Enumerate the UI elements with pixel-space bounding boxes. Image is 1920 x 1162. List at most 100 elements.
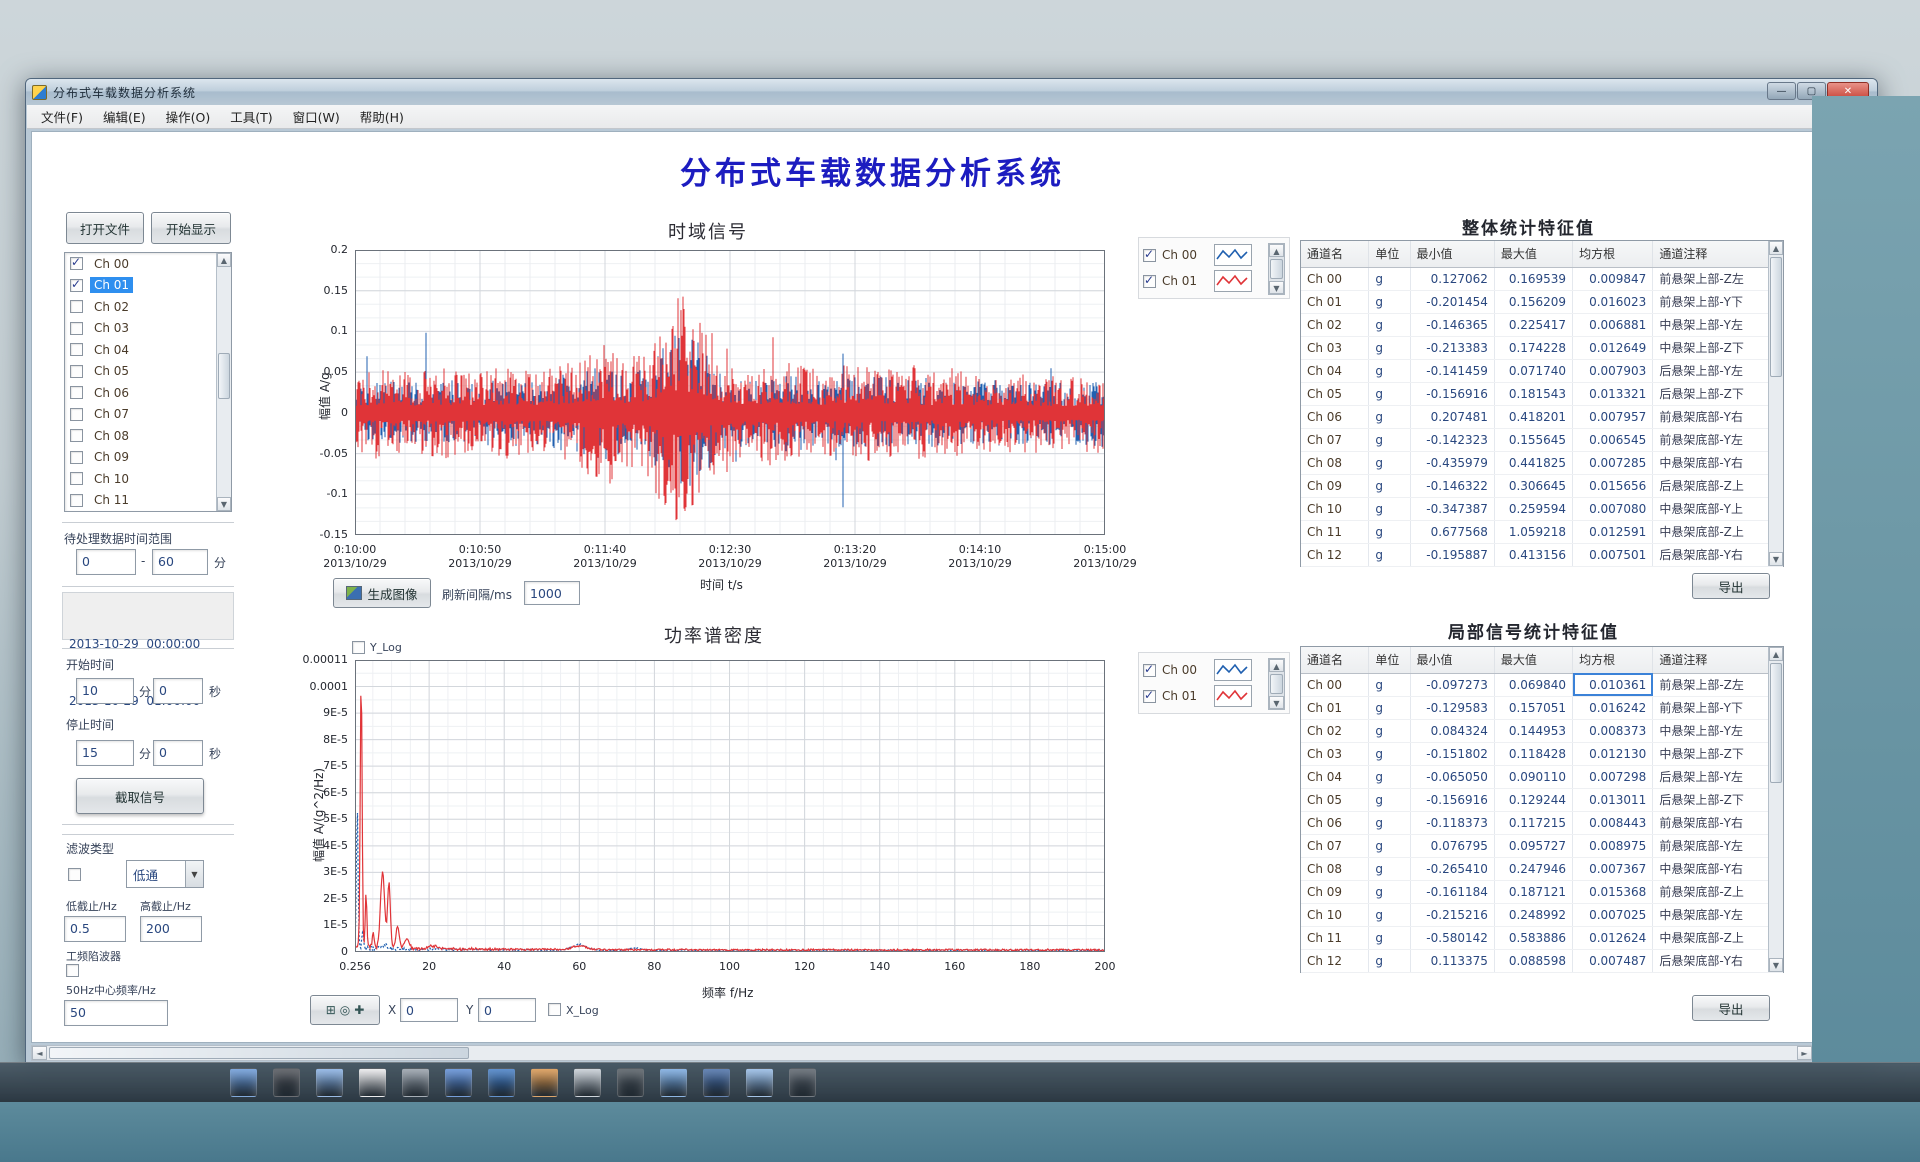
table-cell[interactable]: Ch 05 bbox=[1301, 382, 1369, 405]
table-cell[interactable]: g bbox=[1369, 336, 1410, 359]
table-cell[interactable]: 0.012591 bbox=[1573, 520, 1653, 543]
table-cell[interactable]: 0.441825 bbox=[1494, 451, 1572, 474]
table-cell[interactable]: g bbox=[1369, 474, 1410, 497]
table-cell[interactable]: Ch 03 bbox=[1301, 742, 1369, 765]
channel-list-item[interactable]: Ch 04 bbox=[65, 339, 231, 361]
table-cell[interactable]: 0.095727 bbox=[1494, 834, 1572, 857]
table-cell[interactable]: 前悬架上部-Z左 bbox=[1653, 267, 1783, 290]
table-cell[interactable]: Ch 01 bbox=[1301, 290, 1369, 313]
menu-item[interactable]: 帮助(H) bbox=[350, 104, 414, 129]
table-cell[interactable]: 0.007957 bbox=[1573, 405, 1653, 428]
table-cell[interactable]: 中悬架底部-Z上 bbox=[1653, 926, 1783, 949]
table-cell[interactable]: Ch 02 bbox=[1301, 313, 1369, 336]
table-cell[interactable]: Ch 11 bbox=[1301, 520, 1369, 543]
channel-checkbox[interactable] bbox=[70, 365, 83, 378]
channel-list-item[interactable]: Ch 03 bbox=[65, 318, 231, 340]
table-cell[interactable]: 前悬架底部-Y左 bbox=[1653, 428, 1783, 451]
graph-tool-icon[interactable]: ✚ bbox=[354, 1004, 364, 1016]
table-cell[interactable]: Ch 00 bbox=[1301, 267, 1369, 290]
table-cell[interactable]: g bbox=[1369, 359, 1410, 382]
notch-checkbox[interactable] bbox=[66, 964, 79, 977]
export-local-button[interactable]: 导出 bbox=[1692, 995, 1770, 1021]
range-end-input[interactable]: 60 bbox=[152, 549, 208, 575]
table-cell[interactable]: g bbox=[1369, 428, 1410, 451]
table-cell[interactable]: 后悬架上部-Z下 bbox=[1653, 382, 1783, 405]
filter-enable-checkbox[interactable] bbox=[68, 868, 81, 881]
table-cell[interactable]: 0.306645 bbox=[1494, 474, 1572, 497]
menu-item[interactable]: 文件(F) bbox=[31, 104, 93, 129]
table-cell[interactable]: 0.155645 bbox=[1494, 428, 1572, 451]
table-cell[interactable]: -0.151802 bbox=[1410, 742, 1494, 765]
table-cell[interactable]: 0.008443 bbox=[1573, 811, 1653, 834]
scroll-up-icon[interactable]: ▲ bbox=[1769, 241, 1783, 255]
channel-list-item[interactable]: Ch 09 bbox=[65, 447, 231, 469]
table-cell[interactable]: -0.142323 bbox=[1410, 428, 1494, 451]
table-cell[interactable]: 0.157051 bbox=[1494, 696, 1572, 719]
table-cell[interactable]: g bbox=[1369, 696, 1410, 719]
scroll-up-icon[interactable]: ▲ bbox=[1269, 659, 1284, 672]
table-cell[interactable]: 0.071740 bbox=[1494, 359, 1572, 382]
table-cell[interactable]: 0.129244 bbox=[1494, 788, 1572, 811]
channel-list-scrollbar[interactable]: ▲ ▼ bbox=[216, 253, 231, 511]
table-cell[interactable]: 0.187121 bbox=[1494, 880, 1572, 903]
table-cell[interactable]: 中悬架上部-Z下 bbox=[1653, 742, 1783, 765]
table-cell[interactable]: 1.059218 bbox=[1494, 520, 1572, 543]
table-cell[interactable]: g bbox=[1369, 313, 1410, 336]
scroll-up-icon[interactable]: ▲ bbox=[217, 253, 231, 267]
table-scrollbar[interactable]: ▲▼ bbox=[1768, 241, 1783, 566]
table-cell[interactable]: 0.008373 bbox=[1573, 719, 1653, 742]
taskbar-app-icon[interactable] bbox=[703, 1068, 730, 1097]
table-cell[interactable]: 前悬架底部-Y右 bbox=[1653, 811, 1783, 834]
channel-checkbox[interactable]: ✓ bbox=[70, 279, 83, 292]
channel-checkbox[interactable] bbox=[70, 408, 83, 421]
export-overall-button[interactable]: 导出 bbox=[1692, 573, 1770, 599]
table-cell[interactable]: 后悬架上部-Y左 bbox=[1653, 359, 1783, 382]
table-cell[interactable]: Ch 11 bbox=[1301, 926, 1369, 949]
channel-checkbox[interactable] bbox=[70, 322, 83, 335]
table-cell[interactable]: 0.009847 bbox=[1573, 267, 1653, 290]
table-cell[interactable]: 0.156209 bbox=[1494, 290, 1572, 313]
table-cell[interactable]: -0.156916 bbox=[1410, 788, 1494, 811]
scrollbar-thumb[interactable] bbox=[218, 353, 230, 399]
table-cell[interactable]: Ch 10 bbox=[1301, 903, 1369, 926]
channel-checkbox[interactable]: ✓ bbox=[70, 257, 83, 270]
table-cell[interactable]: 0.088598 bbox=[1494, 949, 1572, 972]
table-cell[interactable]: 0.583886 bbox=[1494, 926, 1572, 949]
table-cell[interactable]: 0.225417 bbox=[1494, 313, 1572, 336]
table-cell[interactable]: g bbox=[1369, 290, 1410, 313]
legend-item[interactable]: ✓Ch 00 bbox=[1143, 657, 1285, 683]
table-cell[interactable]: 0.207481 bbox=[1410, 405, 1494, 428]
table-cell[interactable]: 后悬架底部-Z上 bbox=[1653, 474, 1783, 497]
filter-type-select[interactable]: 低通 ▼ bbox=[126, 860, 204, 888]
table-cell[interactable]: Ch 00 bbox=[1301, 673, 1369, 696]
scroll-down-icon[interactable]: ▼ bbox=[217, 497, 231, 511]
channel-list-item[interactable]: Ch 07 bbox=[65, 404, 231, 426]
table-cell[interactable]: Ch 08 bbox=[1301, 451, 1369, 474]
table-cell[interactable]: Ch 01 bbox=[1301, 696, 1369, 719]
table-cell[interactable]: 0.007080 bbox=[1573, 497, 1653, 520]
legend-scrollbar[interactable]: ▲▼ bbox=[1268, 243, 1285, 295]
taskbar-app-icon[interactable] bbox=[230, 1068, 257, 1097]
table-cell[interactable]: Ch 04 bbox=[1301, 359, 1369, 382]
scroll-down-icon[interactable]: ▼ bbox=[1269, 696, 1284, 709]
open-file-button[interactable]: 打开文件 bbox=[66, 212, 144, 244]
extract-signal-button[interactable]: 截取信号 bbox=[76, 778, 204, 814]
table-cell[interactable]: 0.007285 bbox=[1573, 451, 1653, 474]
table-cell[interactable]: 0.118428 bbox=[1494, 742, 1572, 765]
taskbar-app-icon[interactable] bbox=[789, 1068, 816, 1097]
channel-list-item[interactable]: Ch 11 bbox=[65, 490, 231, 512]
table-cell[interactable]: -0.213383 bbox=[1410, 336, 1494, 359]
table-cell[interactable]: 0.144953 bbox=[1494, 719, 1572, 742]
table-cell[interactable]: g bbox=[1369, 673, 1410, 696]
legend-item[interactable]: ✓Ch 01 bbox=[1143, 683, 1285, 709]
table-cell[interactable]: g bbox=[1369, 834, 1410, 857]
table-cell[interactable]: 0.010361 bbox=[1573, 673, 1653, 696]
table-cell[interactable]: g bbox=[1369, 765, 1410, 788]
table-cell[interactable]: 后悬架底部-Y右 bbox=[1653, 949, 1783, 972]
table-cell[interactable]: Ch 04 bbox=[1301, 765, 1369, 788]
channel-checkbox[interactable] bbox=[70, 343, 83, 356]
minimize-button[interactable]: — bbox=[1767, 82, 1796, 100]
render-image-button[interactable]: 生成图像 bbox=[333, 578, 431, 608]
table-cell[interactable]: g bbox=[1369, 926, 1410, 949]
start-display-button[interactable]: 开始显示 bbox=[151, 212, 231, 244]
